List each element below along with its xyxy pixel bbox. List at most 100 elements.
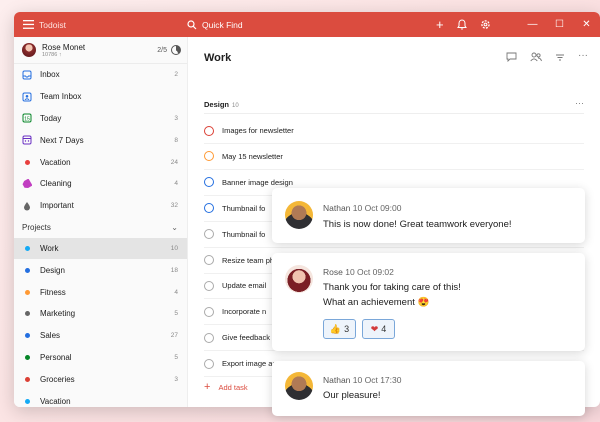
sidebar-item-label: Groceries: [40, 374, 75, 384]
sidebar-item-count: 27: [170, 332, 178, 340]
sidebar-item-count: 2: [174, 71, 178, 79]
add-icon[interactable]: +: [436, 18, 444, 31]
avatar: [285, 372, 313, 400]
sidebar-item-count: 3: [174, 114, 178, 122]
section-name: Design: [204, 100, 230, 109]
projects-header[interactable]: Projects ⌄: [14, 217, 187, 238]
project-dot-icon: [22, 352, 32, 362]
add-task-button[interactable]: + Add task: [204, 381, 248, 393]
sidebar-item-label: Inbox: [40, 70, 60, 80]
avatar: [285, 265, 313, 293]
task-label: Images for newsletter: [222, 126, 294, 135]
bell-icon[interactable]: [456, 19, 467, 30]
sidebar-project-vacation[interactable]: Vacation: [14, 390, 187, 407]
sidebar-project-design[interactable]: Design 18: [14, 259, 187, 281]
sidebar-item-label: Cleaning: [40, 179, 72, 189]
goal-progress-icon: [171, 45, 181, 55]
hamburger-menu-icon[interactable]: [17, 20, 39, 29]
task-checkbox[interactable]: [204, 280, 214, 291]
maximize-icon[interactable]: ☐: [546, 19, 573, 30]
sidebar-item-cleaning[interactable]: Cleaning 4: [14, 173, 187, 195]
gear-icon[interactable]: [480, 19, 491, 30]
task-row[interactable]: Images for newsletter: [204, 118, 584, 144]
label-dot-icon: [22, 157, 32, 167]
sidebar-item-count: 5: [174, 310, 178, 318]
filter-icon[interactable]: [555, 52, 565, 62]
sidebar-item-today[interactable]: 15 Today 3: [14, 108, 187, 130]
reaction-thumbs-up[interactable]: 👍 3: [323, 319, 356, 339]
search-icon: [187, 19, 197, 29]
sidebar: Rose Monet 10786 ↑ 2/5 Inbox 2 Team Inbox 1…: [14, 37, 188, 407]
task-checkbox[interactable]: [204, 151, 214, 162]
task-label: Incorporate n: [222, 307, 267, 317]
sidebar-project-marketing[interactable]: Marketing 5: [14, 303, 187, 325]
task-checkbox[interactable]: [204, 255, 214, 265]
comment-text: Our pleasure!: [323, 390, 381, 401]
sidebar-item-count: 32: [170, 202, 178, 210]
task-checkbox[interactable]: [204, 306, 214, 317]
page-title: Work: [204, 52, 232, 64]
comment-time: 10 Oct 09:02: [345, 267, 394, 277]
inbox-icon: [22, 70, 32, 80]
sidebar-item-inbox[interactable]: Inbox 2: [14, 64, 187, 86]
sidebar-item-label: Next 7 Days: [40, 135, 84, 145]
project-dot-icon: [22, 287, 32, 297]
close-icon[interactable]: ✕: [573, 19, 600, 30]
comment-time: 10 Oct 09:00: [352, 203, 402, 213]
search-input[interactable]: Quick Find: [187, 20, 377, 30]
project-dot-icon: [22, 309, 32, 319]
sidebar-project-sales[interactable]: Sales 27: [14, 325, 187, 347]
app-title: Todoist: [39, 19, 66, 30]
project-dot-icon: [22, 243, 32, 253]
droplet-icon: [22, 201, 32, 211]
sidebar-item-important[interactable]: Important 32: [14, 195, 187, 217]
comment-icon[interactable]: [506, 52, 517, 62]
search-placeholder: Quick Find: [202, 19, 243, 30]
task-checkbox[interactable]: [204, 177, 214, 188]
task-label: Thumbnail fo: [222, 229, 266, 239]
task-checkbox[interactable]: [204, 203, 214, 214]
sidebar-item-vacation[interactable]: Vacation 24: [14, 151, 187, 173]
reaction-heart[interactable]: ❤ 4: [362, 319, 395, 339]
minimize-icon[interactable]: —: [519, 19, 546, 30]
task-label: Thumbnail fo: [222, 203, 266, 213]
reaction-count: 4: [381, 324, 387, 334]
sidebar-project-groceries[interactable]: Groceries 3: [14, 368, 187, 390]
project-dot-icon: [22, 396, 32, 406]
task-row[interactable]: May 15 newsletter: [204, 144, 584, 170]
svg-text:15: 15: [24, 117, 30, 123]
sidebar-item-count: 8: [174, 136, 178, 144]
comment-author: Nathan: [323, 375, 351, 385]
user-profile[interactable]: Rose Monet 10786 ↑ 2/5: [14, 37, 187, 64]
today-icon: 15: [22, 113, 32, 123]
sidebar-item-label: Design: [40, 265, 65, 275]
section-count: 10: [232, 103, 239, 109]
sidebar-project-work[interactable]: Work 10: [14, 237, 187, 260]
sidebar-item-next-7-days[interactable]: Next 7 Days 8: [14, 129, 187, 151]
task-checkbox[interactable]: [204, 229, 214, 240]
comment-text: This is now done! Great teamwork everyon…: [323, 219, 512, 230]
sidebar-item-label: Vacation: [40, 157, 71, 167]
project-dot-icon: [22, 265, 32, 275]
sidebar-item-label: Fitness: [40, 287, 66, 297]
share-people-icon[interactable]: [530, 52, 542, 62]
task-checkbox[interactable]: [204, 125, 214, 136]
label-icon: [22, 178, 32, 189]
add-task-label: Add task: [218, 382, 248, 392]
top-bar: Todoist Quick Find + — ☐ ✕: [14, 12, 600, 37]
sidebar-item-team-inbox[interactable]: Team Inbox: [14, 86, 187, 108]
sidebar-project-fitness[interactable]: Fitness 4: [14, 281, 187, 303]
sidebar-project-personal[interactable]: Personal 5: [14, 347, 187, 369]
team-inbox-icon: [22, 92, 32, 102]
more-options-icon[interactable]: ···: [578, 51, 588, 62]
chevron-down-icon[interactable]: ⌄: [171, 223, 178, 232]
task-checkbox[interactable]: [204, 358, 214, 369]
plus-icon: +: [204, 381, 211, 393]
section-more-icon[interactable]: ···: [575, 98, 584, 108]
thumbs-up-icon: 👍: [329, 323, 342, 334]
comment-text: Thank you for taking care of this!: [323, 282, 461, 293]
project-dot-icon: [22, 374, 32, 384]
task-checkbox[interactable]: [204, 332, 214, 343]
sidebar-item-label: Work: [40, 243, 59, 253]
task-label: May 15 newsletter: [222, 151, 283, 161]
